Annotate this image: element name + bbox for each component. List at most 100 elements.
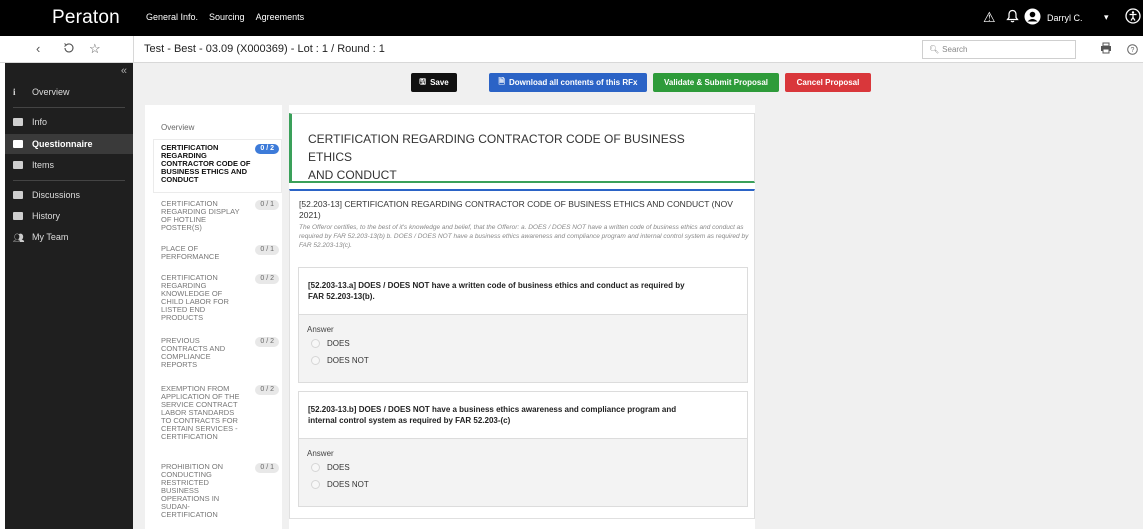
sidebar-item-label: Info (32, 117, 48, 127)
progress-badge: 0 / 2 (255, 274, 279, 284)
sidebar-item-info[interactable]: Info (5, 112, 133, 132)
sidebar-item-label: Questionnaire (32, 139, 93, 149)
section-title: CERTIFICATION REGARDING CONTRACTOR CODE … (308, 130, 728, 184)
cancel-proposal-button[interactable]: Cancel Proposal (785, 73, 871, 92)
divider (133, 36, 134, 63)
section-title: PLACE OF PERFORMANCE (161, 244, 220, 261)
answer-area: Answer DOES DOES NOT (299, 314, 747, 382)
questionnaire-nav: Overview CERTIFICATION REGARDING CONTRAC… (145, 105, 282, 529)
question-card: [52.203-13] CERTIFICATION REGARDING CONT… (289, 189, 755, 519)
save-button-label: Save (430, 78, 449, 87)
validate-submit-button[interactable]: Validate & Submit Proposal (653, 73, 779, 92)
app-logo[interactable]: Peraton (52, 7, 120, 29)
top-nav: General Info. Sourcing Agreements (146, 12, 315, 22)
radio-button[interactable] (311, 480, 320, 489)
sidebar-item-label: My Team (32, 232, 69, 242)
star-icon[interactable]: ☆ (89, 41, 101, 57)
radio-button[interactable] (311, 463, 320, 472)
radio-option-does[interactable]: DOES (311, 463, 350, 472)
sidebar-item-my-team[interactable]: 👥︎ My Team (5, 227, 133, 247)
warning-icon[interactable]: ⚠ (983, 9, 996, 26)
accessibility-icon[interactable] (1125, 8, 1141, 27)
section-nav-item[interactable]: CERTIFICATION REGARDING DISPLAY OF HOTLI… (161, 200, 279, 232)
subquestion-card: [52.203-13.a] DOES / DOES NOT have a wri… (298, 267, 748, 383)
option-label: DOES NOT (327, 356, 369, 365)
section-nav-item[interactable]: EXEMPTION FROM APPLICATION OF THE SERVIC… (161, 385, 279, 441)
answer-label: Answer (307, 325, 334, 334)
section-nav-item[interactable]: PROHIBITION ON CONDUCTING RESTRICTED BUS… (161, 463, 279, 519)
sidebar-item-items[interactable]: Items (5, 155, 133, 175)
radio-button[interactable] (311, 339, 320, 348)
sidebar-item-questionnaire[interactable]: Questionnaire (5, 134, 133, 154)
radio-option-does[interactable]: DOES (311, 339, 350, 348)
download-all-button[interactable]: 🗎︎ Download all contents of this RFx (489, 73, 647, 92)
download-button-label: Download all contents of this RFx (508, 78, 638, 87)
items-icon (13, 161, 23, 169)
sidebar-item-overview[interactable]: i Overview (5, 82, 133, 102)
section-header: CERTIFICATION REGARDING CONTRACTOR CODE … (289, 113, 755, 183)
sidebar-item-discussions[interactable]: Discussions (5, 185, 133, 205)
option-label: DOES (327, 463, 350, 472)
questionnaire-content: CERTIFICATION REGARDING CONTRACTOR CODE … (289, 105, 755, 529)
section-title: EXEMPTION FROM APPLICATION OF THE SERVIC… (161, 384, 240, 441)
section-title: CERTIFICATION REGARDING KNOWLEDGE OF CHI… (161, 273, 229, 322)
history-list-icon (13, 212, 23, 220)
subquestion-title: [52.203-13.b] DOES / DOES NOT have a bus… (308, 405, 677, 425)
sidebar-item-label: Discussions (32, 190, 81, 200)
document-icon (13, 118, 23, 126)
subquestion-card: [52.203-13.b] DOES / DOES NOT have a bus… (298, 391, 748, 507)
section-nav-item[interactable]: PLACE OF PERFORMANCE 0 / 1 (161, 245, 279, 261)
section-title: CERTIFICATION REGARDING CONTRACTOR CODE … (161, 143, 251, 184)
divider (13, 180, 125, 181)
bell-icon[interactable] (1006, 9, 1019, 26)
section-nav-item[interactable]: CERTIFICATION REGARDING CONTRACTOR CODE … (161, 144, 279, 184)
top-bar: Peraton General Info. Sourcing Agreement… (0, 0, 1143, 36)
breadcrumb: Test - Best - 03.09 (X000369) - Lot : 1 … (144, 43, 385, 55)
chevron-down-icon[interactable]: ▾ (1104, 12, 1109, 23)
divider (13, 107, 125, 108)
download-icon: 🗎︎ (498, 76, 505, 86)
progress-badge: 0 / 1 (255, 463, 279, 473)
collapse-icon[interactable]: « (121, 65, 127, 77)
sidebar-item-label: Items (32, 160, 55, 170)
section-title: PREVIOUS CONTRACTS AND COMPLIANCE REPORT… (161, 336, 226, 369)
sidebar-item-history[interactable]: History (5, 206, 133, 226)
answer-label: Answer (307, 449, 334, 458)
history-icon[interactable] (63, 42, 75, 57)
print-icon[interactable] (1100, 42, 1112, 57)
info-icon: i (13, 87, 16, 97)
question-heading: [52.203-13] CERTIFICATION REGARDING CONT… (299, 199, 733, 220)
radio-option-does-not[interactable]: DOES NOT (311, 356, 369, 365)
user-avatar-icon[interactable] (1024, 8, 1041, 28)
section-title-line: CERTIFICATION REGARDING CONTRACTOR CODE … (308, 132, 685, 164)
section-nav-item[interactable]: PREVIOUS CONTRACTS AND COMPLIANCE REPORT… (161, 337, 279, 369)
main-area: 🖫︎ Save 🗎︎ Download all contents of this R… (133, 63, 1143, 529)
search-placeholder: Search (942, 45, 968, 54)
back-icon[interactable]: ‹ (36, 41, 40, 56)
radio-button[interactable] (311, 356, 320, 365)
progress-badge: 0 / 2 (255, 385, 279, 395)
user-name[interactable]: Darryl C. (1047, 13, 1083, 23)
progress-badge: 0 / 2 (255, 337, 279, 347)
search-icon: 🔍︎ (929, 45, 940, 54)
nav-overview-link[interactable]: Overview (161, 123, 194, 132)
save-button[interactable]: 🖫︎ Save (411, 73, 457, 92)
section-nav-item[interactable]: CERTIFICATION REGARDING KNOWLEDGE OF CHI… (161, 274, 279, 322)
svg-text:?: ? (1131, 47, 1135, 54)
question-description: The Offeror certifies, to the best of it… (299, 224, 749, 249)
section-title-line: AND CONDUCT (308, 168, 397, 182)
option-label: DOES (327, 339, 350, 348)
progress-badge: 0 / 2 (255, 144, 279, 154)
nav-sourcing[interactable]: Sourcing (209, 12, 245, 22)
answer-area: Answer DOES DOES NOT (299, 438, 747, 506)
section-title: CERTIFICATION REGARDING DISPLAY OF HOTLI… (161, 199, 240, 232)
radio-option-does-not[interactable]: DOES NOT (311, 480, 369, 489)
help-icon[interactable]: ? (1127, 43, 1138, 58)
sub-bar: ‹ ☆ Test - Best - 03.09 (X000369) - Lot … (0, 36, 1143, 63)
search-input[interactable]: 🔍︎ Search (922, 40, 1076, 59)
nav-general-info[interactable]: General Info. (146, 12, 198, 22)
section-title: PROHIBITION ON CONDUCTING RESTRICTED BUS… (161, 462, 224, 519)
team-icon: 👥︎ (13, 233, 25, 243)
nav-agreements[interactable]: Agreements (256, 12, 305, 22)
chat-icon (13, 191, 23, 199)
